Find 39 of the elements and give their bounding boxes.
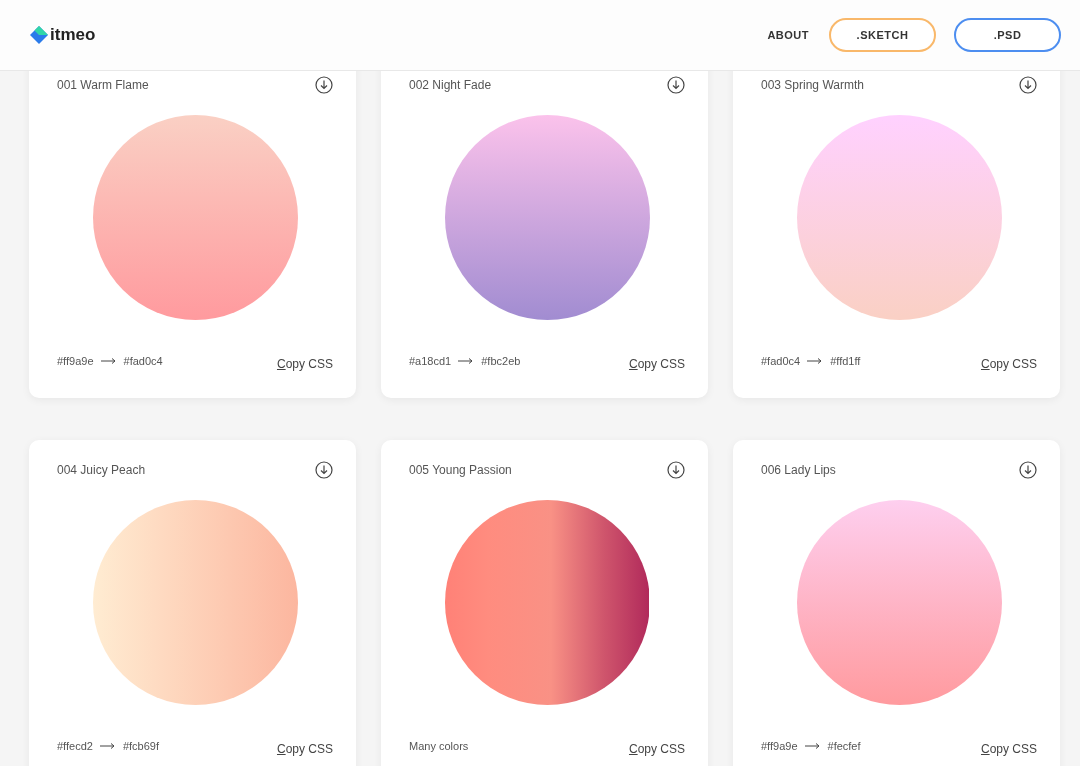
gradient-title: 003 Spring Warmth xyxy=(761,78,864,92)
logo-text[interactable]: itmeo xyxy=(50,25,96,45)
arrow-icon xyxy=(807,358,824,364)
arrow-icon xyxy=(99,743,116,749)
color-code: #ff9a9e xyxy=(57,355,94,367)
copy-css-link[interactable]: Copy CSS xyxy=(628,357,685,371)
gradient-title: 005 Young Passion xyxy=(409,463,512,477)
gradient-title: 001 Warm Flame xyxy=(57,78,149,92)
download-icon[interactable] xyxy=(315,76,333,94)
copy-css-link[interactable]: Copy CSS xyxy=(980,357,1037,371)
copy-css-link[interactable]: Copy CSS xyxy=(980,742,1037,756)
color-code: #a18cd1 xyxy=(409,355,452,367)
color-code: #fcb69f xyxy=(122,740,159,752)
color-code: #fecfef xyxy=(827,740,861,752)
download-icon[interactable] xyxy=(1019,76,1037,94)
arrow-icon xyxy=(100,358,117,364)
arrow-icon xyxy=(804,743,821,749)
download-icon[interactable] xyxy=(667,461,685,479)
color-code: #fbc2eb xyxy=(481,355,521,367)
gradient-title: 006 Lady Lips xyxy=(761,463,836,477)
copy-css-link[interactable]: Copy CSS xyxy=(276,742,333,756)
color-code: #ffecd2 xyxy=(57,740,93,752)
color-code: #ffd1ff xyxy=(830,355,861,367)
copy-css-link[interactable]: Copy CSS xyxy=(276,357,333,371)
color-code: #fad0c4 xyxy=(761,355,801,367)
about-link[interactable]: ABOUT xyxy=(767,29,809,41)
color-code: #fad0c4 xyxy=(123,355,163,367)
download-icon[interactable] xyxy=(667,76,685,94)
diamond-logo-icon xyxy=(30,26,48,44)
copy-css-link[interactable]: Copy CSS xyxy=(628,742,685,756)
download-button[interactable]: .SKETCH xyxy=(829,18,936,52)
arrow-icon xyxy=(458,358,475,364)
gradient-title: 004 Juicy Peach xyxy=(57,463,146,477)
color-code: #ff9a9e xyxy=(761,740,798,752)
download-icon[interactable] xyxy=(1019,461,1037,479)
gradient-title: 002 Night Fade xyxy=(409,78,492,92)
color-label: Many colors xyxy=(409,740,469,752)
download-button[interactable]: .PSD xyxy=(954,18,1061,52)
download-icon[interactable] xyxy=(315,461,333,479)
